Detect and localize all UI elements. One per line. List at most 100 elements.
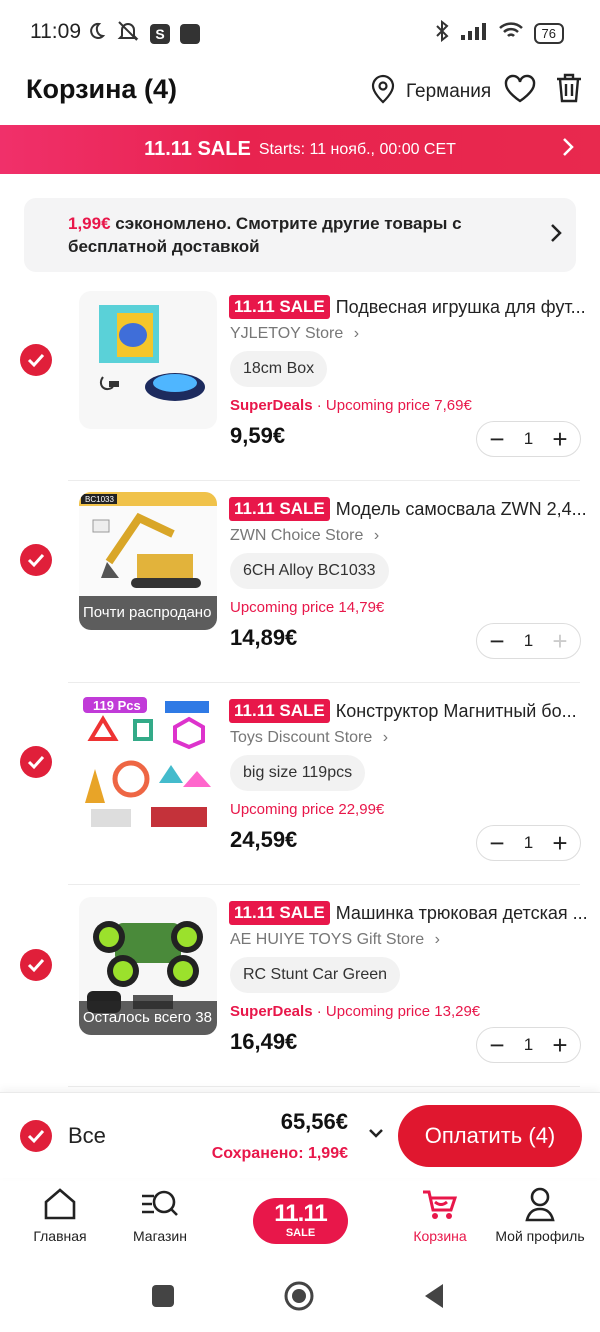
sale-tag: 11.11 SALE (229, 497, 330, 521)
chevron-right-icon: › (373, 527, 380, 544)
nav-store[interactable]: Магазин (105, 1186, 215, 1244)
item-price: 9,59€ (230, 423, 286, 448)
item-price: 14,89€ (230, 625, 298, 650)
sale-banner[interactable]: 11.11 SALE Starts: 11 нояб., 00:00 CET (0, 125, 600, 174)
item-price: 16,49€ (230, 1029, 298, 1054)
moon-icon (86, 21, 106, 46)
store-link[interactable]: YJLETOY Store › (230, 325, 359, 343)
select-all-label[interactable]: Все (68, 1123, 106, 1149)
variant-selector[interactable]: 6CH Alloy BC1033 (230, 553, 389, 589)
recent-apps-icon[interactable] (151, 1284, 175, 1313)
upcoming-price: Upcoming price 14,79€ (230, 599, 385, 616)
wishlist-heart-icon[interactable] (503, 74, 537, 109)
chevron-right-icon (550, 222, 562, 249)
page-title: Корзина (4) (26, 74, 177, 104)
savings-notice-text: 1,99€ сэкономлено. Смотрите другие товар… (68, 212, 508, 258)
item-title-row[interactable]: 11.11 SALE Конструктор Магнитный бо... (229, 699, 589, 723)
increase-quantity-button[interactable]: + (550, 830, 570, 856)
variant-selector[interactable]: big size 119pcs (230, 755, 366, 791)
item-title-row[interactable]: 11.11 SALE Подвесная игрушка для фут... (229, 295, 589, 319)
product-image[interactable]: BC1033 Почти распродано (79, 492, 217, 630)
upcoming-price: Upcoming price 7,69€ (325, 397, 472, 414)
item-title-row[interactable]: 11.11 SALE Модель самосвала ZWN 2,4... (229, 497, 589, 521)
sale-tag: 11.11 SALE (229, 295, 330, 319)
store-link[interactable]: AE HUIYE TOYS Gift Store › (230, 931, 440, 949)
item-checkbox[interactable] (20, 344, 52, 376)
decrease-quantity-button[interactable]: − (487, 426, 507, 452)
cart-item: Осталось всего 38 11.11 SALE Машинка трю… (0, 887, 600, 1087)
item-checkbox[interactable] (20, 949, 52, 981)
image-label: 119 Pcs (93, 698, 141, 713)
product-image[interactable]: 119 Pcs (79, 695, 217, 833)
increase-quantity-button[interactable]: + (550, 1032, 570, 1058)
increase-quantity-button[interactable]: + (550, 426, 570, 452)
bottom-nav: Главная Магазин 11.11 SALE Корзина Мой п… (0, 1178, 600, 1258)
stock-overlay: Осталось всего 38 (79, 1001, 217, 1035)
store-search-icon (105, 1186, 215, 1222)
item-title-row[interactable]: 11.11 SALE Машинка трюковая детская ... (229, 901, 589, 925)
promo-brand: SuperDeals (230, 397, 313, 414)
cart-item: 11.11 SALE Подвесная игрушка для фут... … (0, 281, 600, 481)
saved-amount: Сохранено: 1,99€ (211, 1145, 348, 1162)
nav-cart-label: Корзина (413, 1228, 467, 1244)
image-label: BC1033 (85, 495, 114, 504)
promo-brand: SuperDeals (230, 1003, 313, 1020)
promo-line: SuperDeals · Upcoming price 7,69€ (230, 397, 472, 414)
nav-cart[interactable]: Корзина (385, 1186, 495, 1244)
nav-sale-badge[interactable]: 11.11 SALE (253, 1198, 348, 1244)
select-all-checkbox[interactable] (20, 1120, 52, 1152)
savings-amount: 1,99€ (68, 214, 111, 233)
quantity-stepper: − 1 + (476, 825, 581, 861)
store-link[interactable]: Toys Discount Store › (230, 729, 388, 747)
decrease-quantity-button[interactable]: − (487, 628, 507, 654)
total-price: 65,56€ (280, 1109, 348, 1134)
cart-item: BC1033 Почти распродано 11.11 SALE Модел… (0, 483, 600, 683)
chevron-right-icon: › (353, 325, 360, 342)
s-app-icon: S (150, 23, 170, 44)
nav-home[interactable]: Главная (5, 1186, 115, 1244)
item-checkbox[interactable] (20, 544, 52, 576)
delete-trash-icon[interactable] (555, 72, 583, 109)
chevron-down-icon[interactable] (368, 1127, 384, 1145)
item-checkbox[interactable] (20, 746, 52, 778)
savings-message: сэкономлено. Смотрите другие товары с бе… (68, 214, 462, 256)
quantity-value: 1 (523, 429, 534, 448)
status-icons-right: 76 (434, 19, 564, 47)
quantity-value: 1 (523, 1035, 534, 1054)
decrease-quantity-button[interactable]: − (487, 1032, 507, 1058)
pay-button[interactable]: Оплатить (4) (398, 1105, 582, 1167)
home-button-icon[interactable] (283, 1280, 315, 1317)
sale-banner-subtitle: Starts: 11 нояб., 00:00 CET (258, 140, 456, 158)
savings-notice[interactable]: 1,99€ сэкономлено. Смотрите другие товар… (24, 198, 576, 272)
nav-home-label: Главная (33, 1228, 87, 1244)
variant-selector[interactable]: 18cm Box (230, 351, 328, 387)
product-image[interactable]: Осталось всего 38 (79, 897, 217, 1035)
promo-line: SuperDeals · Upcoming price 13,29€ (230, 1003, 480, 1020)
increase-quantity-button[interactable]: + (550, 628, 570, 654)
chevron-right-icon: › (434, 931, 440, 948)
store-name: YJLETOY Store (230, 325, 344, 342)
item-title: Подвесная игрушка для фут... (335, 296, 586, 317)
sale-badge-top: 11.11 (274, 1200, 327, 1227)
store-name: Toys Discount Store (230, 729, 373, 746)
signal-icon (460, 21, 488, 46)
stock-overlay: Почти распродано (79, 596, 217, 630)
back-icon[interactable] (423, 1283, 445, 1314)
store-name: AE HUIYE TOYS Gift Store (230, 931, 425, 948)
store-link[interactable]: ZWN Choice Store › (230, 527, 379, 545)
quantity-stepper: − 1 + (476, 1027, 581, 1063)
checkout-bar: Все 65,56€ Сохранено: 1,99€ Оплатить (4) (0, 1092, 600, 1178)
location-selector[interactable]: Германия (370, 74, 491, 110)
item-price: 24,59€ (230, 827, 298, 852)
nav-profile[interactable]: Мой профиль (485, 1186, 595, 1244)
promo-separator: · (312, 1003, 326, 1020)
location-label: Германия (406, 81, 492, 102)
wifi-icon (498, 21, 524, 46)
product-image[interactable] (79, 291, 217, 429)
variant-selector[interactable]: RC Stunt Car Green (230, 957, 401, 993)
nav-profile-label: Мой профиль (495, 1228, 585, 1244)
battery-indicator: 76 (533, 23, 564, 44)
item-title: Машинка трюковая детская ... (335, 902, 588, 923)
decrease-quantity-button[interactable]: − (487, 830, 507, 856)
cart-header: Корзина (4) Германия (0, 62, 600, 124)
